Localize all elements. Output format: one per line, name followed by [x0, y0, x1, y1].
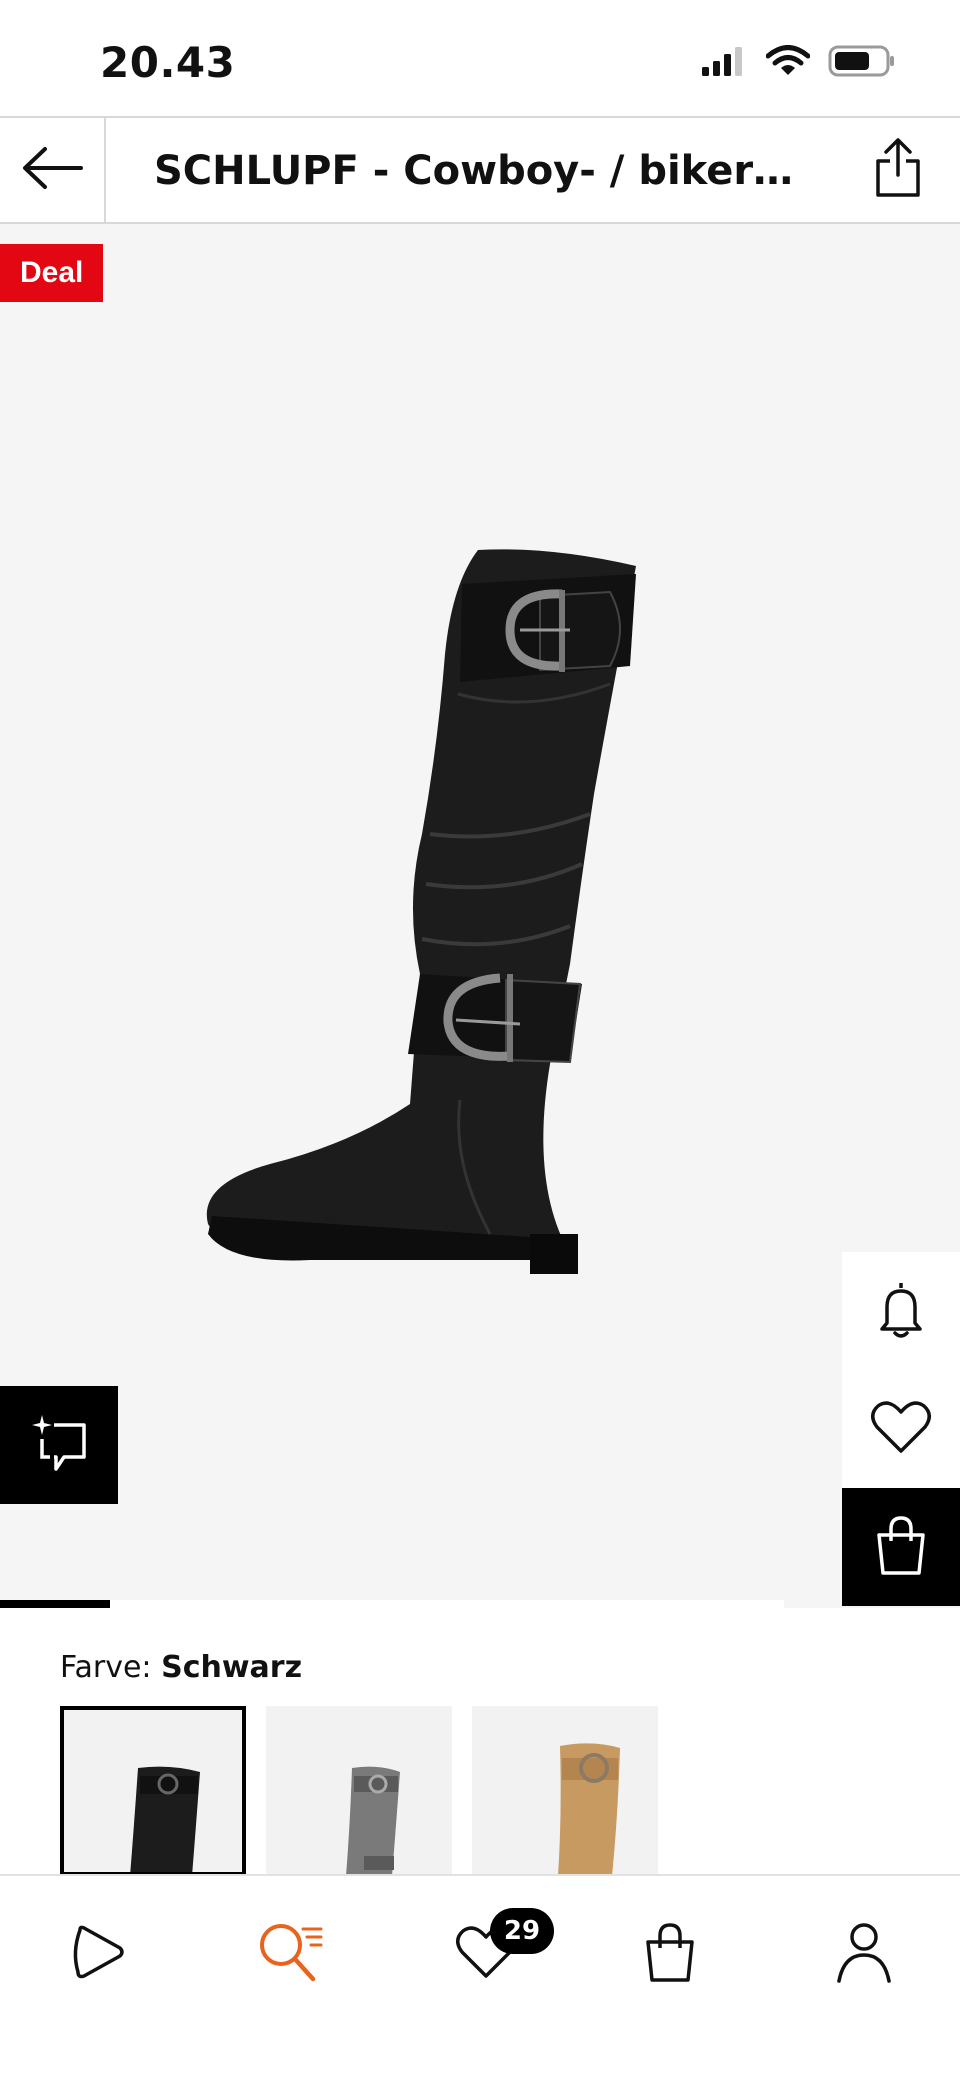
wishlist-count-badge: 29	[490, 1908, 554, 1954]
home-play-icon	[68, 1922, 128, 1987]
status-bar: 20.43	[0, 0, 960, 116]
wifi-icon	[765, 45, 811, 82]
heart-icon	[870, 1399, 932, 1460]
product-title: SCHLUPF - Cowboy- / bikerstøvler - schwa…	[154, 148, 794, 194]
notify-button[interactable]	[842, 1252, 960, 1370]
color-label-prefix: Farve:	[60, 1650, 152, 1685]
share-icon	[874, 137, 922, 204]
nav-home[interactable]	[58, 1914, 138, 1994]
color-swatch-grey[interactable]	[266, 1706, 452, 1876]
shopping-bag-icon	[875, 1515, 927, 1580]
color-swatch-black[interactable]	[60, 1706, 246, 1876]
color-swatch-tan[interactable]	[472, 1706, 658, 1876]
add-to-bag-button[interactable]	[842, 1488, 960, 1606]
product-image[interactable]	[190, 544, 770, 1304]
nav-search[interactable]	[250, 1914, 330, 1994]
search-icon	[257, 1921, 323, 1988]
color-selected-value: Schwarz	[161, 1650, 303, 1685]
product-header: SCHLUPF - Cowboy- / bikerstøvler - schwa…	[0, 116, 960, 224]
status-time: 20.43	[100, 38, 236, 87]
color-swatches	[60, 1706, 658, 1876]
sparkle-frame-icon	[30, 1413, 88, 1478]
status-icons	[700, 44, 896, 83]
product-side-actions	[842, 1252, 960, 1606]
cellular-signal-icon	[700, 45, 748, 82]
arrow-left-icon	[21, 146, 83, 195]
nav-wishlist[interactable]: 29	[446, 1908, 554, 1994]
wishlist-button[interactable]	[842, 1370, 960, 1488]
nav-profile[interactable]	[824, 1914, 904, 1994]
color-label: Farve: Schwarz	[60, 1650, 302, 1685]
image-progress-indicator	[0, 1600, 110, 1608]
product-image-gallery[interactable]: Deal	[0, 224, 960, 1608]
nav-bag[interactable]	[630, 1914, 710, 1994]
battery-icon	[828, 44, 896, 83]
back-button[interactable]	[0, 118, 106, 222]
profile-icon	[836, 1921, 892, 1988]
deal-badge: Deal	[0, 244, 104, 302]
bag-icon	[644, 1922, 696, 1987]
bottom-navigation: 29	[0, 1874, 960, 2078]
virtual-try-on-button[interactable]	[0, 1386, 118, 1504]
image-progress-track	[0, 1600, 784, 1608]
share-button[interactable]	[866, 137, 930, 204]
bell-icon	[877, 1279, 925, 1344]
